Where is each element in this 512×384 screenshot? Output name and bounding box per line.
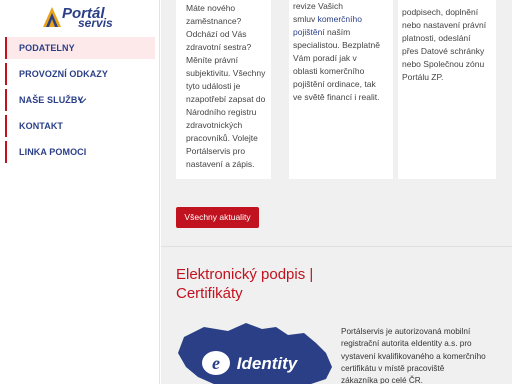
- czech-map-eidentity-logo: e Identity: [178, 323, 332, 384]
- card-text-line: nebo nastavení právní: [402, 20, 487, 30]
- card-text-line: specialistou. Bezplatně: [293, 40, 380, 50]
- card-text-line: nebo Společnou zónu: [402, 59, 485, 69]
- card-text-line: zdravotnických: [186, 120, 243, 130]
- card-text-line: tyto události je: [186, 81, 241, 91]
- section-text-line: Portálservis je autorizovaná mobilní: [341, 327, 471, 336]
- card-text-line: revize Vašich: [293, 1, 343, 11]
- card-text-line: platnosti, odeslání: [402, 33, 471, 43]
- card-text-line: smluv komerčního: [293, 13, 393, 26]
- card-text-line: subjektivitu. Všechny: [186, 68, 266, 78]
- card-text-line: nzapotřebí zapsat do: [186, 94, 266, 104]
- card-text-line: zdravotní sestra?: [186, 42, 252, 52]
- nav-item-podatelny[interactable]: PODATELNY: [5, 37, 155, 59]
- nav-item-provozni-odkazy[interactable]: PROVOZNÍ ODKAZY: [5, 63, 155, 85]
- nav-item-linka-pomoci[interactable]: LINKA POMOCI: [5, 141, 155, 163]
- section-title: Elektronický podpis | Certifikáty: [176, 265, 313, 303]
- card-text-line: podpisech, doplnění: [402, 7, 479, 17]
- card-text-line: oblasti komerčního: [293, 66, 365, 76]
- card-text-line: zaměstnance?: [186, 16, 242, 26]
- news-card-1[interactable]: Máte nového zaměstnance? Odchází od Vás …: [176, 0, 271, 179]
- card-text-line: Odchází od Vás: [186, 29, 247, 39]
- section-title-line: Certifikáty: [176, 285, 243, 302]
- card-text-line: Vám poradí jak v: [293, 53, 357, 63]
- card-text: smluv: [293, 14, 318, 24]
- card-text-line: Portálu ZP.: [402, 72, 444, 82]
- card-text-line: Měníte právní: [186, 55, 238, 65]
- card-text-line: Máte nového: [186, 3, 236, 13]
- nav-item-label: PODATELNY: [19, 43, 75, 53]
- nav-item-label: NAŠE SLUŽBY: [19, 95, 84, 105]
- svg-text:e: e: [212, 353, 220, 373]
- card-text: naším: [324, 27, 351, 37]
- map-label: Identity: [237, 354, 299, 373]
- section-description: Portálservis je autorizovaná mobilní reg…: [341, 326, 506, 384]
- all-news-button[interactable]: Všechny aktuality: [176, 207, 259, 228]
- nav-item-label: KONTAKT: [19, 121, 64, 131]
- news-card-2[interactable]: revize Vašich smluv komerčního pojištění…: [289, 0, 393, 179]
- logo-icon: [43, 7, 61, 27]
- nav-item-label: PROVOZNÍ ODKAZY: [19, 69, 109, 79]
- card-text-line: ve světě financí i realit.: [293, 92, 380, 102]
- e-signature-section: Elektronický podpis | Certifikáty e Iden…: [161, 247, 512, 384]
- section-text-line: vystavení kvalifikovaného a komerčního: [341, 351, 486, 361]
- nav-item-nase-sluzby[interactable]: NAŠE SLUŽBY: [5, 89, 155, 111]
- card-text-line: pracovníků. Volejte: [186, 133, 258, 143]
- card-text-line: pojištění naším: [293, 26, 393, 39]
- komercni-pojisteni-link[interactable]: pojištění: [293, 27, 325, 37]
- card-text-line: pojištění ordinace, tak: [293, 79, 376, 89]
- portalservis-logo[interactable]: Portál servis: [43, 6, 119, 30]
- section-text-line: certifikátu v místě pracoviště: [341, 363, 445, 373]
- sidebar: Portál servis PODATELNY PROVOZNÍ ODKAZY …: [0, 0, 160, 384]
- card-text-line: Národního registru: [186, 107, 257, 117]
- nav-item-label: LINKA POMOCI: [19, 147, 87, 157]
- card-text-line: přes Datové schránky: [402, 46, 485, 56]
- card-text-line: nastavení a zápis.: [186, 159, 255, 169]
- section-text-line: registrační autorita eIdentity a.s. pro: [341, 339, 472, 349]
- card-text-line: Portálservis pro: [186, 146, 246, 156]
- main-nav: PODATELNY PROVOZNÍ ODKAZY NAŠE SLUŽBY KO…: [5, 37, 155, 167]
- nav-item-kontakt[interactable]: KONTAKT: [5, 115, 155, 137]
- section-text-line: zákazníka po celé ČR.: [341, 376, 423, 384]
- news-card-3[interactable]: podpisech, doplnění nebo nastavení právn…: [398, 0, 496, 179]
- logo-text-servis: servis: [78, 16, 113, 30]
- komercni-pojisteni-link[interactable]: komerčního: [318, 14, 362, 24]
- main-content: Máte nového zaměstnance? Odchází od Vás …: [161, 0, 512, 384]
- section-title-line: Elektronický podpis |: [176, 266, 314, 283]
